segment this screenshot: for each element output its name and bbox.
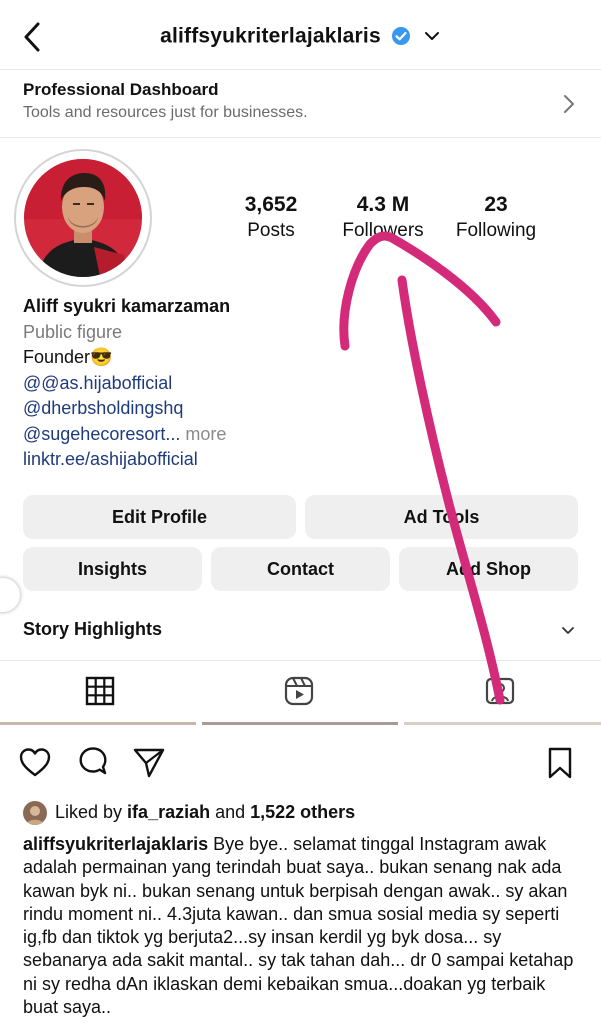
- contact-button[interactable]: Contact: [211, 547, 390, 591]
- liked-and: and: [210, 802, 251, 822]
- ad-tools-button[interactable]: Ad Tools: [305, 495, 578, 539]
- following-label: Following: [455, 220, 537, 241]
- posts-stat[interactable]: 3,652 Posts: [211, 193, 331, 242]
- liker-avatar: [23, 801, 47, 826]
- profile-avatar[interactable]: [14, 149, 152, 287]
- posts-count: 3,652: [244, 193, 298, 216]
- grid-preview-strip: [0, 722, 601, 730]
- post-caption: aliffsyukriterlajaklaris Bye bye.. selam…: [23, 833, 583, 1019]
- followers-stat[interactable]: 4.3 M Followers: [323, 193, 443, 242]
- scroll-handle[interactable]: [0, 578, 20, 612]
- followers-count: 4.3 M: [356, 193, 410, 216]
- username-switcher[interactable]: aliffsyukriterlajaklaris: [0, 24, 601, 48]
- avatar-photo: [24, 159, 142, 277]
- comment-icon[interactable]: [76, 746, 110, 780]
- grid-icon[interactable]: [84, 675, 116, 707]
- caption-text: Bye bye.. selamat tinggal Instagram awak…: [23, 834, 574, 1018]
- insights-button[interactable]: Insights: [23, 547, 202, 591]
- profile-category: Public figure: [23, 321, 123, 342]
- followers-label: Followers: [342, 220, 424, 241]
- following-count: 23: [484, 193, 508, 216]
- bio-mention-link[interactable]: @sugehecoresort...: [23, 424, 180, 444]
- professional-dashboard-row[interactable]: Professional Dashboard Tools and resourc…: [0, 70, 601, 138]
- likes-summary[interactable]: Liked by ifa_raziah and 1,522 others: [23, 798, 355, 826]
- add-shop-button[interactable]: Add Shop: [399, 547, 578, 591]
- posts-label: Posts: [247, 220, 295, 241]
- post-actions-bar: [0, 744, 601, 784]
- bio-mention-link[interactable]: @@as.hijabofficial: [23, 371, 230, 397]
- chevron-right-icon: [564, 95, 574, 113]
- profile-tabs: [0, 660, 601, 722]
- following-stat[interactable]: 23 Following: [436, 193, 556, 242]
- profile-bio: Aliff syukri kamarzaman Public figure Fo…: [23, 294, 230, 473]
- profile-username: aliffsyukriterlajaklaris: [160, 24, 381, 48]
- caption-username[interactable]: aliffsyukriterlajaklaris: [23, 834, 208, 854]
- share-icon[interactable]: [132, 746, 166, 780]
- bio-line: Founder😎: [23, 347, 113, 367]
- bio-more-link[interactable]: more: [180, 424, 226, 444]
- reels-icon[interactable]: [283, 675, 315, 707]
- bio-mention-link[interactable]: @dherbsholdingshq: [23, 396, 230, 422]
- liked-prefix: Liked by: [55, 802, 128, 822]
- verified-badge-icon: [391, 27, 410, 46]
- bio-website-link[interactable]: linktr.ee/ashijabofficial: [23, 447, 230, 473]
- dashboard-title: Professional Dashboard: [23, 80, 219, 99]
- bookmark-icon[interactable]: [543, 746, 577, 780]
- story-highlights-title[interactable]: Story Highlights: [23, 619, 162, 640]
- heart-icon[interactable]: [18, 746, 52, 780]
- liked-others-count[interactable]: 1,522 others: [250, 802, 355, 822]
- chevron-down-icon: [424, 32, 439, 41]
- tagged-icon[interactable]: [484, 675, 516, 707]
- profile-name: Aliff syukri kamarzaman: [23, 296, 231, 316]
- chevron-down-icon[interactable]: [561, 624, 575, 638]
- dashboard-subtitle: Tools and resources just for businesses.: [23, 104, 308, 121]
- edit-profile-button[interactable]: Edit Profile: [23, 495, 296, 539]
- liked-username[interactable]: ifa_raziah: [127, 802, 210, 822]
- profile-header: aliffsyukriterlajaklaris: [0, 0, 601, 70]
